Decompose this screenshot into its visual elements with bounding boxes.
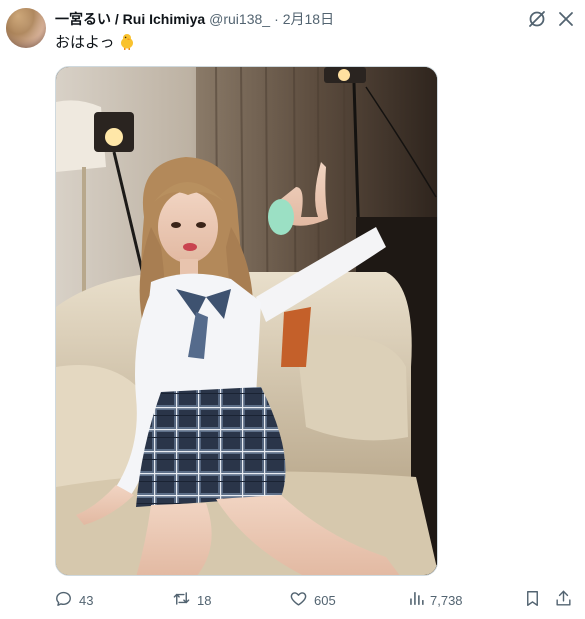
analytics-icon xyxy=(407,589,426,611)
bookmark-icon xyxy=(523,589,542,611)
display-name[interactable]: 一宮るい / Rui Ichimiya xyxy=(55,9,205,29)
reply-count: 43 xyxy=(79,592,94,608)
retweet-icon xyxy=(172,589,191,611)
grok-icon[interactable] xyxy=(527,9,547,29)
photo-illustration xyxy=(56,67,437,575)
like-button[interactable]: 605 xyxy=(289,589,336,611)
avatar-image xyxy=(6,8,46,48)
reply-button[interactable]: 43 xyxy=(54,589,93,611)
retweet-button[interactable]: 18 xyxy=(172,589,211,611)
tweet-actions: 43 18 605 7,738 xyxy=(0,589,585,611)
tweet-date[interactable]: 2月18日 xyxy=(283,9,334,29)
baby-chick-icon xyxy=(118,32,136,56)
heart-icon xyxy=(289,589,308,611)
reply-icon xyxy=(54,589,73,611)
close-icon[interactable] xyxy=(556,9,576,29)
avatar[interactable] xyxy=(6,8,46,48)
tweet[interactable]: 一宮るい / Rui Ichimiya @rui138_ · 2月18日 おはよ… xyxy=(0,0,585,619)
user-handle[interactable]: @rui138_ xyxy=(209,11,270,27)
views-button[interactable]: 7,738 xyxy=(407,589,463,611)
tweet-header: 一宮るい / Rui Ichimiya @rui138_ · 2月18日 xyxy=(55,9,334,29)
views-count: 7,738 xyxy=(430,592,463,608)
share-icon xyxy=(554,589,573,611)
separator-dot: · xyxy=(274,11,279,27)
like-count: 605 xyxy=(314,592,336,608)
share-button[interactable] xyxy=(554,589,573,611)
retweet-count: 18 xyxy=(197,592,212,608)
tweet-text-content: おはよっ xyxy=(55,34,115,51)
tweet-text: おはよっ xyxy=(55,32,136,56)
bookmark-button[interactable] xyxy=(523,589,542,611)
tweet-photo[interactable] xyxy=(55,66,438,576)
